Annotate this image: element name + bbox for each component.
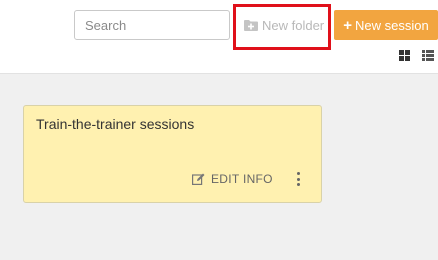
list-view-icon[interactable] — [422, 50, 434, 61]
new-session-button[interactable]: + New session — [334, 10, 438, 40]
new-folder-button[interactable]: New folder — [240, 12, 328, 38]
search-input[interactable] — [74, 10, 230, 40]
new-folder-label: New folder — [262, 17, 325, 33]
folder-card[interactable]: Train-the-trainer sessions EDIT INFO — [23, 105, 322, 203]
edit-info-button[interactable]: EDIT INFO — [192, 172, 273, 186]
new-session-label: New session — [355, 17, 429, 33]
plus-icon: + — [343, 16, 353, 34]
top-toolbar: New folder + New session — [0, 0, 438, 74]
grid-view-icon[interactable] — [399, 50, 410, 61]
edit-icon — [192, 173, 205, 185]
edit-info-label: EDIT INFO — [211, 172, 273, 186]
folder-plus-icon — [244, 20, 258, 31]
more-options-icon[interactable] — [294, 172, 302, 186]
card-title: Train-the-trainer sessions — [36, 116, 195, 132]
